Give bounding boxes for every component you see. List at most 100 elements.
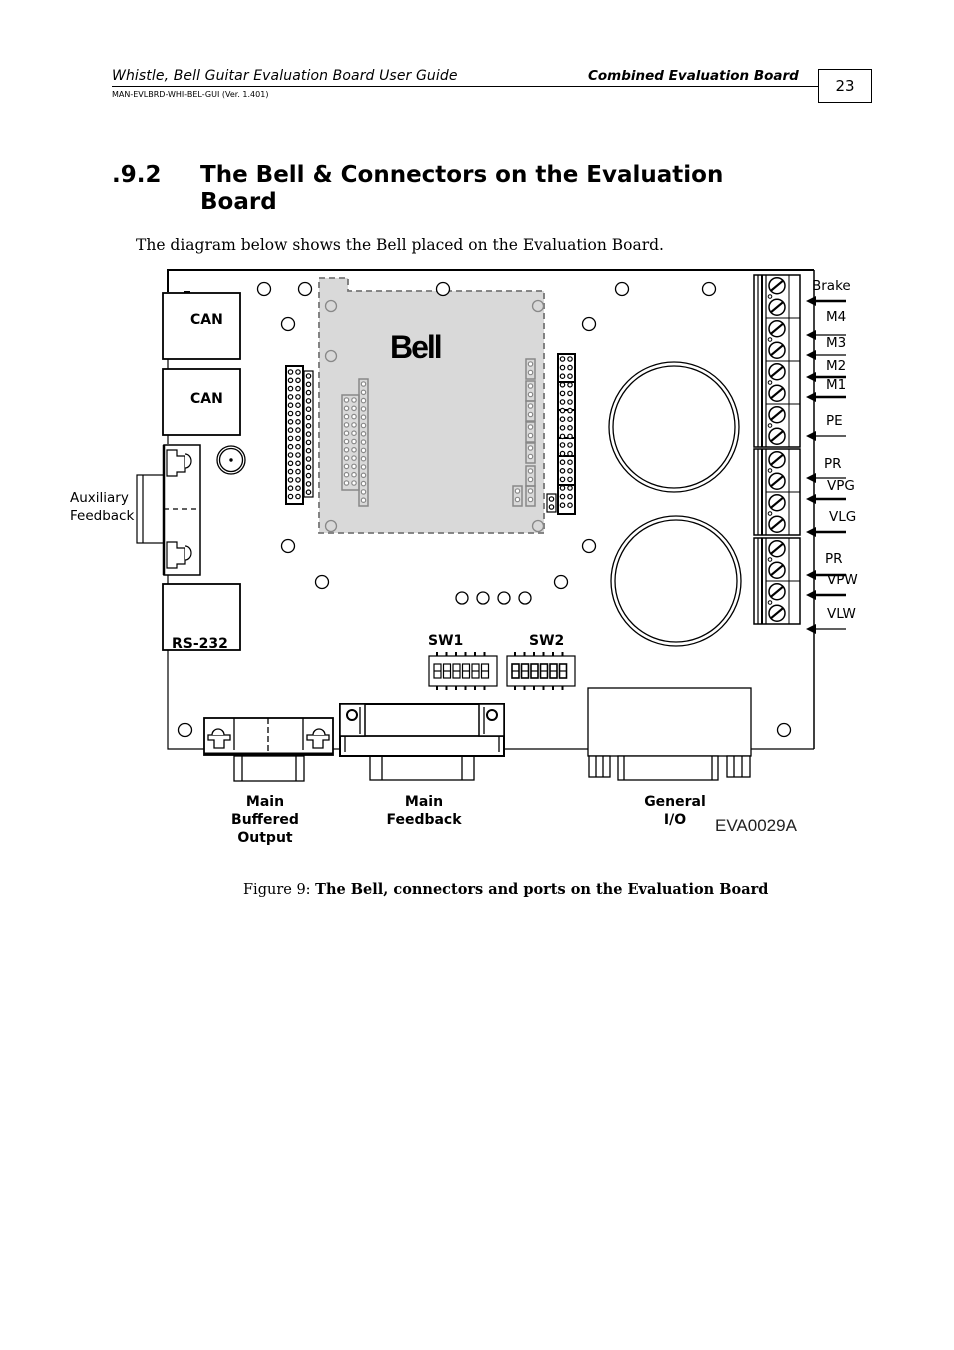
caption-text: The Bell, connectors and ports on the Ev… (315, 881, 769, 898)
header-pin (305, 381, 312, 388)
header-pin (567, 476, 573, 483)
header-pin (343, 480, 350, 486)
general-io-label: General I/O (638, 793, 712, 829)
header-pin (351, 446, 357, 453)
header-pin (287, 493, 294, 500)
terminal-label-vlw: VLW (827, 606, 856, 622)
terminal-label-m1: M1 (826, 377, 847, 393)
evaluation-board-diagram: Bell (136, 269, 846, 782)
header-pin (351, 463, 357, 470)
header-pin (527, 411, 534, 418)
header-pin (360, 497, 367, 504)
header-pin (360, 422, 367, 429)
header-pin (351, 413, 357, 420)
sw2-label: SW2 (529, 633, 565, 649)
terminal-label-vpw: VPW (827, 572, 858, 588)
header-pin (559, 459, 566, 466)
header-pin (360, 464, 367, 470)
header-pin (287, 485, 294, 492)
header-pin (360, 381, 367, 387)
header-pin (305, 472, 312, 479)
header-pin (360, 397, 367, 404)
header-pin (360, 480, 367, 487)
header-pin (343, 413, 350, 420)
header-pin (351, 480, 357, 486)
header-pin (343, 438, 350, 445)
header-pin (305, 406, 312, 413)
arrow-head (806, 296, 816, 306)
arrow-head (806, 590, 816, 600)
general-io-connector (587, 687, 752, 781)
header-pin (295, 369, 301, 375)
terminal-label-pr-1: PR (824, 456, 842, 472)
main-feedback-label: Main Feedback (380, 793, 468, 829)
main-buffered-output-connector (203, 717, 334, 782)
arrow-head (806, 330, 816, 340)
header-pin (295, 493, 301, 500)
header-pin (343, 446, 350, 453)
header-pin (305, 456, 312, 462)
header-pin (527, 468, 534, 474)
bell-logo: Bell (390, 329, 441, 365)
header-pin (559, 476, 566, 483)
arrow-head (806, 431, 816, 441)
header-pin (567, 364, 573, 371)
header-pin (360, 472, 367, 479)
terminal-label-m3: M3 (826, 335, 847, 351)
header-pin (351, 471, 357, 478)
header-pin (527, 361, 534, 367)
arrow-head (806, 494, 816, 504)
header-pin (548, 496, 555, 502)
header-pin (559, 416, 566, 423)
header-pin (305, 464, 312, 471)
header-pin (559, 407, 566, 414)
header-pin (567, 381, 573, 388)
header-pin (295, 443, 301, 450)
header-pin (305, 422, 312, 429)
label-line: Buffered (231, 812, 299, 828)
sw1-label: SW1 (428, 633, 464, 649)
header-pin (305, 447, 312, 454)
main-buffered-output-label: Main Buffered Output (222, 793, 308, 847)
header-pin (567, 356, 573, 362)
label-line: Main (245, 794, 285, 810)
header-pin (343, 405, 350, 412)
auxiliary-feedback-label: Auxiliary Feedback (70, 489, 134, 525)
header-pin (305, 373, 312, 379)
header-pin (295, 410, 301, 417)
header-pin (527, 453, 534, 460)
round-component (216, 445, 246, 475)
header-pin (527, 383, 534, 389)
header-pin (295, 485, 301, 492)
header-pin (567, 433, 573, 440)
header-pin (343, 455, 350, 461)
header-pin (305, 481, 312, 487)
main-feedback-connector (339, 703, 505, 781)
header-pin (343, 422, 350, 428)
header-pin (559, 399, 566, 405)
header-pin (567, 424, 573, 431)
header-pin (567, 399, 573, 405)
header-pin (559, 364, 566, 371)
label-line: Output (237, 830, 293, 846)
header-pin (567, 459, 573, 466)
header-pin (287, 394, 294, 400)
figure-code: EVA0029A (715, 816, 797, 835)
header-pin (567, 502, 573, 509)
header-pin (360, 389, 367, 396)
header-pin (343, 471, 350, 478)
header-pin (559, 390, 566, 397)
header-pin (559, 485, 566, 491)
header-pin (567, 407, 573, 414)
capacitors (608, 361, 742, 647)
header-pin (567, 467, 573, 474)
caption-prefix: Figure 9: (243, 882, 316, 898)
label-line: Feedback (386, 812, 462, 828)
header-pin (295, 468, 301, 475)
left-pin-header (285, 365, 314, 505)
header-pin (351, 422, 357, 428)
header-pin (295, 452, 301, 458)
header-pin (287, 460, 294, 467)
header-pin (295, 385, 301, 392)
right-pin-header (546, 353, 576, 515)
